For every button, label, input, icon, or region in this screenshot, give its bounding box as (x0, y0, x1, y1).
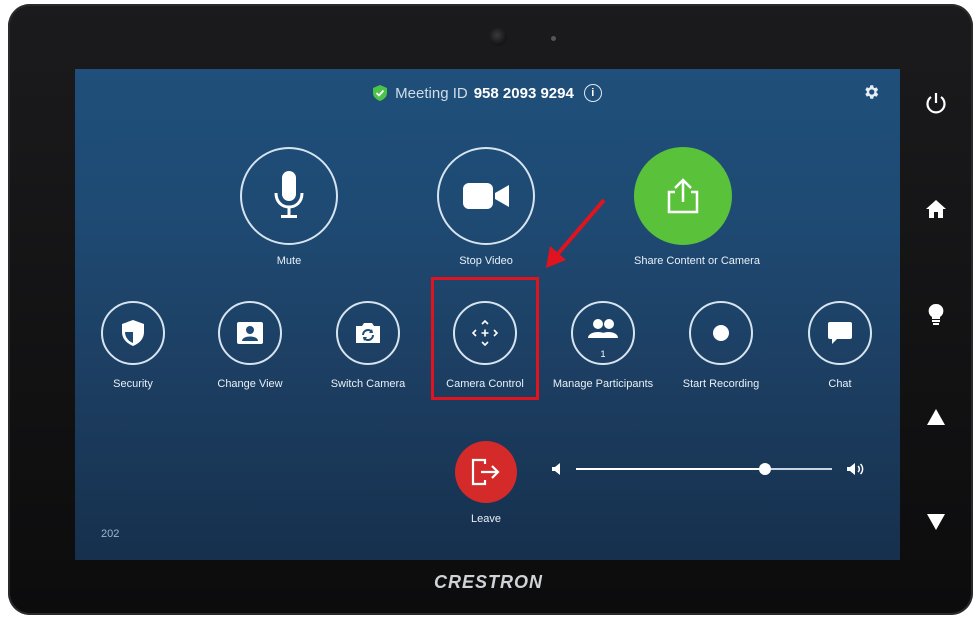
change-view-label: Change View (217, 378, 283, 390)
home-icon[interactable] (925, 198, 947, 220)
lightbulb-icon[interactable] (925, 303, 947, 325)
front-camera (489, 28, 507, 46)
meeting-header: Meeting ID 958 2093 9294 i (75, 81, 900, 105)
meeting-id-label: Meeting ID (395, 84, 468, 102)
share-content-button[interactable]: Share Content or Camera (634, 147, 760, 267)
participants-icon (588, 319, 618, 338)
camera-control-highlight-box (431, 277, 539, 400)
security-label: Security (113, 378, 153, 390)
chat-label: Chat (828, 378, 852, 390)
chat-icon (828, 322, 852, 344)
leave-label: Leave (471, 513, 501, 525)
share-content-label: Share Content or Camera (634, 255, 760, 267)
volume-slider-thumb[interactable] (759, 463, 772, 475)
manage-participants-button[interactable]: 1 Manage Participants (548, 301, 658, 390)
change-view-button[interactable]: Change View (195, 301, 305, 390)
crestron-logo: CRESTRON (433, 572, 543, 592)
room-number: 202 (101, 528, 120, 540)
volume-slider-fill (576, 468, 766, 470)
power-icon[interactable] (925, 92, 947, 114)
switch-camera-label: Switch Camera (330, 378, 406, 390)
volume-high-icon[interactable] (847, 462, 865, 476)
volume-slider-track[interactable] (576, 463, 832, 475)
participants-count-badge: 1 (600, 349, 606, 359)
arrow-down-icon[interactable] (925, 511, 947, 533)
shield-icon (122, 320, 144, 346)
video-camera-icon (463, 183, 509, 209)
arrow-up-icon[interactable] (925, 406, 947, 428)
change-view-icon (237, 322, 263, 344)
manage-participants-label: Manage Participants (552, 378, 654, 390)
security-button[interactable]: Security (78, 301, 188, 390)
leave-button[interactable]: Leave (454, 441, 518, 525)
gear-icon[interactable] (862, 83, 880, 101)
volume-low-icon[interactable] (552, 463, 562, 475)
record-icon (713, 325, 729, 341)
share-icon (667, 178, 699, 214)
switch-camera-button[interactable]: Switch Camera (313, 301, 423, 390)
stop-video-label: Stop Video (459, 255, 513, 267)
microphone-icon (274, 171, 304, 218)
info-icon[interactable]: i (583, 84, 602, 102)
meeting-id-value: 958 2093 9294 (473, 84, 574, 102)
mute-button[interactable]: Mute (240, 147, 338, 267)
start-recording-button[interactable]: Start Recording (666, 301, 776, 390)
light-sensor (551, 36, 556, 41)
stop-video-button[interactable]: Stop Video (437, 147, 535, 267)
chat-button[interactable]: Chat (785, 301, 895, 390)
volume-control[interactable] (548, 459, 868, 479)
annotation-arrow (546, 198, 606, 268)
leave-icon (471, 458, 500, 486)
start-recording-label: Start Recording (682, 378, 760, 390)
switch-camera-icon (356, 323, 380, 343)
encryption-shield-icon (373, 85, 388, 101)
mute-label: Mute (276, 255, 302, 267)
